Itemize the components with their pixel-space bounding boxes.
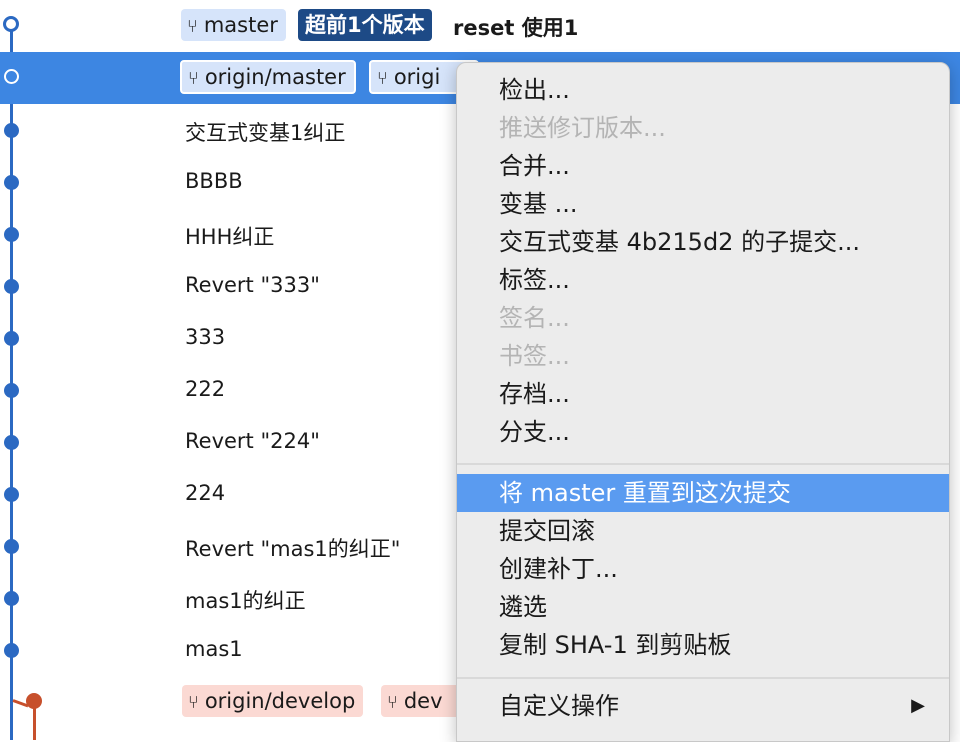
ahead-badge: 超前1个版本	[298, 9, 432, 41]
branch-tag-label: master	[203, 13, 278, 37]
graph-node-head	[3, 16, 19, 32]
menu-item: 书签...	[499, 342, 570, 370]
commit-message: HHH纠正	[185, 225, 275, 249]
branch-icon: ⑂	[387, 692, 398, 713]
branch-tag-label: origin/master	[204, 65, 346, 89]
branch-tag-label: origi	[393, 65, 441, 89]
graph-node	[4, 591, 19, 606]
graph-node	[4, 487, 19, 502]
graph-node-selected	[4, 69, 19, 84]
commit-message: 222	[185, 377, 226, 401]
graph-node	[4, 331, 19, 346]
branch-tag-master[interactable]: ⑂ master	[181, 9, 286, 41]
branch-icon: ⑂	[187, 16, 198, 37]
branch-tag-label: dev	[403, 689, 443, 713]
menu-item-custom-actions[interactable]: 自定义操作 ▶	[457, 687, 949, 725]
branch-icon: ⑂	[377, 68, 388, 89]
commit-message: 333	[185, 325, 226, 349]
menu-item-label: 自定义操作	[499, 692, 619, 720]
ahead-badge-label: 超前1个版本	[305, 13, 425, 37]
menu-item[interactable]: 标签...	[457, 261, 949, 299]
graph-node	[4, 539, 19, 554]
commit-message: Revert "333"	[185, 273, 320, 297]
commit-row-head[interactable]: ⑂ master 超前1个版本 reset 使用1	[0, 0, 960, 52]
menu-item[interactable]: 检出...	[457, 71, 949, 109]
branch-tag-origin-master[interactable]: ⑂ origin/master	[180, 60, 356, 94]
menu-separator	[457, 463, 949, 465]
branch-tag-origin-develop[interactable]: ⑂ origin/develop	[182, 685, 364, 717]
graph-node	[4, 383, 19, 398]
menu-item[interactable]: 提交回滚	[457, 512, 949, 550]
menu-item: 推送修订版本...	[499, 114, 666, 142]
graph-node	[4, 123, 19, 138]
commit-message: reset 使用1	[453, 16, 579, 40]
menu-item[interactable]: 分支...	[457, 413, 949, 451]
menu-item[interactable]: 复制 SHA-1 到剪贴板	[457, 626, 949, 664]
graph-node-develop	[26, 693, 42, 709]
menu-item[interactable]: 创建补丁...	[457, 550, 949, 588]
graph-node	[4, 227, 19, 242]
graph-node	[4, 435, 19, 450]
menu-item[interactable]: 存档...	[457, 375, 949, 413]
commit-message: mas1的纠正	[185, 589, 306, 613]
commit-message: 交互式变基1纠正	[185, 121, 346, 145]
menu-item[interactable]: 遴选	[457, 588, 949, 626]
menu-item-highlighted[interactable]: 将 master 重置到这次提交	[457, 474, 949, 512]
context-menu: 检出... 推送修订版本... 合并... 变基 ... 交互式变基 4b215d2 的…	[456, 62, 950, 742]
menu-item: 签名...	[499, 304, 570, 332]
menu-item[interactable]: 交互式变基 4b215d2 的子提交...	[457, 223, 949, 261]
graph-node	[4, 643, 19, 658]
commit-message: mas1	[185, 637, 243, 661]
menu-separator	[457, 677, 949, 679]
graph-node	[4, 175, 19, 190]
menu-item[interactable]: 合并...	[457, 147, 949, 185]
branch-icon: ⑂	[188, 692, 199, 713]
graph-node	[4, 279, 19, 294]
commit-message: BBBB	[185, 169, 243, 193]
menu-item[interactable]: 变基 ...	[457, 185, 949, 223]
commit-message: Revert "224"	[185, 429, 320, 453]
branch-icon: ⑂	[188, 68, 199, 89]
commit-message: 224	[185, 481, 226, 505]
commit-message: Revert "mas1的纠正"	[185, 537, 401, 561]
submenu-arrow-icon: ▶	[911, 695, 925, 716]
branch-tag-label: origin/develop	[204, 689, 356, 713]
